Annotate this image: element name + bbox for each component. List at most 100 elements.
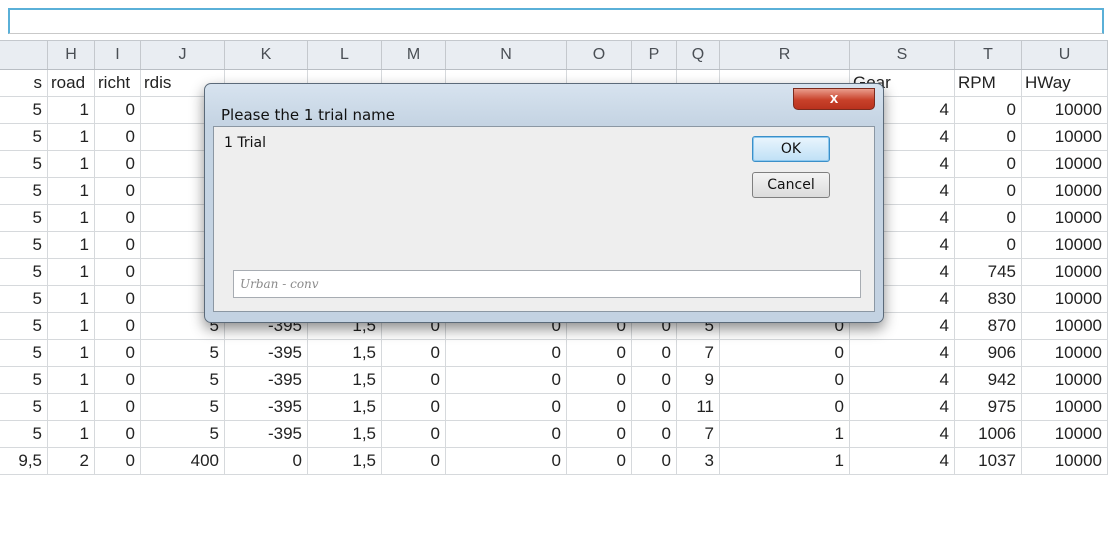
column-header-U[interactable]: U <box>1022 41 1108 69</box>
formula-bar[interactable] <box>8 8 1104 34</box>
table-cell[interactable]: 0 <box>955 151 1022 177</box>
table-cell[interactable]: 0 <box>446 421 567 447</box>
table-cell[interactable]: 1,5 <box>308 367 382 393</box>
table-cell[interactable]: 0 <box>567 448 632 474</box>
table-cell[interactable]: 400 <box>141 448 225 474</box>
table-cell[interactable]: 0 <box>95 232 141 258</box>
table-cell[interactable]: 0 <box>632 367 677 393</box>
column-header-P[interactable]: P <box>632 41 677 69</box>
table-cell[interactable]: 0 <box>720 340 850 366</box>
table-cell[interactable]: 4 <box>850 340 955 366</box>
table-cell[interactable]: 0 <box>632 394 677 420</box>
table-cell[interactable]: 0 <box>446 340 567 366</box>
table-cell[interactable]: 5 <box>0 205 48 231</box>
table-cell[interactable]: 1 <box>48 367 95 393</box>
column-header-I[interactable]: I <box>95 41 141 69</box>
table-cell[interactable]: 4 <box>850 367 955 393</box>
table-cell[interactable]: -395 <box>225 394 308 420</box>
table-cell[interactable]: -395 <box>225 340 308 366</box>
table-cell[interactable]: 10000 <box>1022 259 1108 285</box>
table-cell[interactable]: 0 <box>95 340 141 366</box>
table-cell[interactable]: 1 <box>48 394 95 420</box>
table-cell[interactable]: 10000 <box>1022 97 1108 123</box>
table-cell[interactable]: 0 <box>95 205 141 231</box>
table-cell[interactable]: 10000 <box>1022 448 1108 474</box>
table-cell[interactable]: 1,5 <box>308 448 382 474</box>
table-cell[interactable]: 3 <box>677 448 720 474</box>
table-cell[interactable]: 0 <box>382 448 446 474</box>
table-cell[interactable]: 0 <box>95 286 141 312</box>
table-cell[interactable]: 1 <box>48 178 95 204</box>
table-cell[interactable]: 5 <box>0 367 48 393</box>
table-cell[interactable]: 0 <box>446 367 567 393</box>
table-cell[interactable]: 1 <box>48 421 95 447</box>
field-header-cell[interactable]: richt <box>95 70 141 96</box>
table-cell[interactable]: 1,5 <box>308 340 382 366</box>
column-header-partial[interactable] <box>0 41 48 69</box>
table-cell[interactable]: 0 <box>95 367 141 393</box>
table-cell[interactable]: 0 <box>632 421 677 447</box>
table-cell[interactable]: 5 <box>0 151 48 177</box>
table-cell[interactable]: 5 <box>0 286 48 312</box>
table-cell[interactable]: 0 <box>720 394 850 420</box>
table-cell[interactable]: 10000 <box>1022 313 1108 339</box>
table-cell[interactable]: 1006 <box>955 421 1022 447</box>
table-cell[interactable]: 745 <box>955 259 1022 285</box>
table-cell[interactable]: 870 <box>955 313 1022 339</box>
table-cell[interactable]: 10000 <box>1022 124 1108 150</box>
trial-name-input[interactable]: Urban - conv <box>233 270 861 298</box>
close-button[interactable]: x <box>793 88 875 110</box>
table-cell[interactable]: 5 <box>0 124 48 150</box>
table-cell[interactable]: 4 <box>850 448 955 474</box>
table-cell[interactable]: 9,5 <box>0 448 48 474</box>
table-cell[interactable]: 1 <box>48 205 95 231</box>
table-cell[interactable]: 9 <box>677 367 720 393</box>
table-cell[interactable]: 0 <box>446 448 567 474</box>
column-header-H[interactable]: H <box>48 41 95 69</box>
table-cell[interactable]: 10000 <box>1022 205 1108 231</box>
field-header-cell[interactable]: s <box>0 70 48 96</box>
table-cell[interactable]: 0 <box>382 367 446 393</box>
table-cell[interactable]: 0 <box>632 448 677 474</box>
field-header-cell[interactable]: HWay <box>1022 70 1108 96</box>
table-cell[interactable]: 0 <box>720 367 850 393</box>
table-cell[interactable]: 0 <box>95 421 141 447</box>
table-cell[interactable]: 0 <box>95 313 141 339</box>
table-cell[interactable]: 0 <box>95 259 141 285</box>
column-header-M[interactable]: M <box>382 41 446 69</box>
table-cell[interactable]: 0 <box>446 394 567 420</box>
table-cell[interactable]: 0 <box>955 97 1022 123</box>
column-header-L[interactable]: L <box>308 41 382 69</box>
table-cell[interactable]: 1 <box>48 286 95 312</box>
table-cell[interactable]: 1,5 <box>308 394 382 420</box>
table-cell[interactable]: 830 <box>955 286 1022 312</box>
column-header-O[interactable]: O <box>567 41 632 69</box>
table-cell[interactable]: 0 <box>382 340 446 366</box>
table-cell[interactable]: 1 <box>48 97 95 123</box>
table-cell[interactable]: 1 <box>720 421 850 447</box>
table-cell[interactable]: 0 <box>955 178 1022 204</box>
table-cell[interactable]: 0 <box>95 394 141 420</box>
field-header-cell[interactable]: RPM <box>955 70 1022 96</box>
column-header-T[interactable]: T <box>955 41 1022 69</box>
table-cell[interactable]: 1 <box>48 151 95 177</box>
table-cell[interactable]: 975 <box>955 394 1022 420</box>
table-cell[interactable]: 5 <box>0 178 48 204</box>
table-cell[interactable]: 0 <box>95 448 141 474</box>
column-header-J[interactable]: J <box>141 41 225 69</box>
table-cell[interactable]: 10000 <box>1022 421 1108 447</box>
table-cell[interactable]: 0 <box>225 448 308 474</box>
table-cell[interactable]: 10000 <box>1022 286 1108 312</box>
table-cell[interactable]: 0 <box>567 421 632 447</box>
table-cell[interactable]: 10000 <box>1022 367 1108 393</box>
table-cell[interactable]: 1 <box>48 340 95 366</box>
table-cell[interactable]: 7 <box>677 340 720 366</box>
table-cell[interactable]: 1 <box>48 232 95 258</box>
table-cell[interactable]: 2 <box>48 448 95 474</box>
table-cell[interactable]: 0 <box>95 178 141 204</box>
table-cell[interactable]: 0 <box>95 124 141 150</box>
table-cell[interactable]: 10000 <box>1022 394 1108 420</box>
table-cell[interactable]: 5 <box>0 97 48 123</box>
column-header-K[interactable]: K <box>225 41 308 69</box>
column-header-N[interactable]: N <box>446 41 567 69</box>
